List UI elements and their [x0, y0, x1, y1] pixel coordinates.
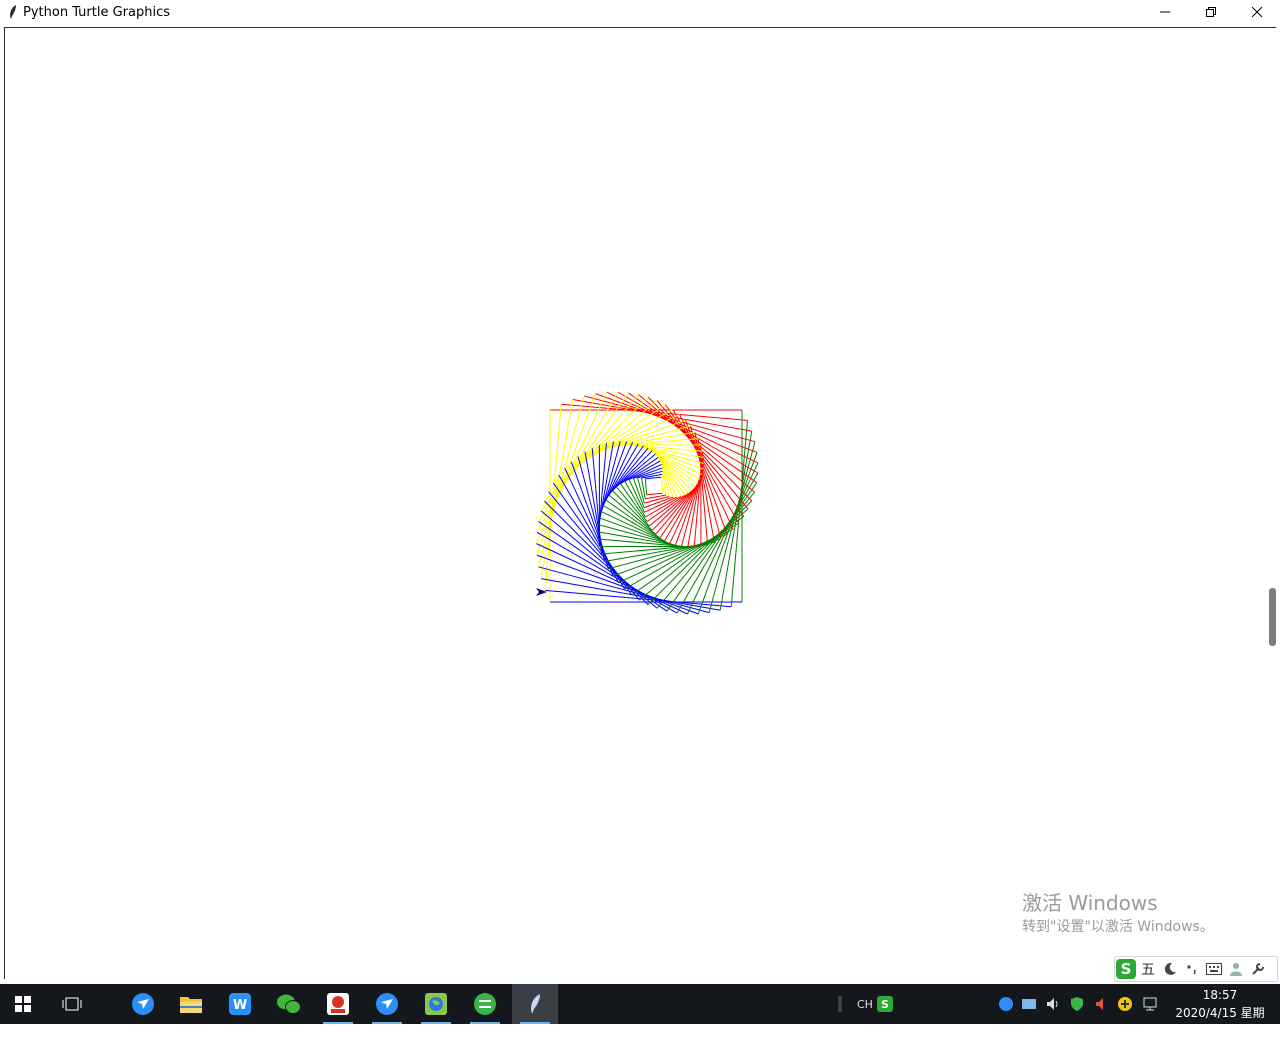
ime-mode-label[interactable]: 五 — [1137, 958, 1159, 980]
spiral-line — [552, 482, 633, 596]
sogou-s-icon[interactable]: S — [1115, 958, 1137, 980]
shield-icon[interactable] — [1069, 984, 1085, 1024]
spiral-line — [541, 578, 721, 611]
spiral-line — [660, 477, 664, 494]
turtle-canvas[interactable] — [4, 27, 1276, 979]
taskbar: W CH S 18:57 2020/4/15 星期三 — [0, 984, 1280, 1038]
spiral-line — [656, 491, 756, 609]
feishu-icon[interactable] — [120, 984, 166, 1024]
spiral-line — [543, 396, 649, 502]
clock-date: 2020/4/15 星期三 — [1175, 1006, 1265, 1038]
python-feather-icon[interactable] — [512, 984, 558, 1024]
spiral-line — [538, 520, 668, 612]
keyboard-icon[interactable] — [1203, 958, 1225, 980]
tray-separator — [838, 984, 842, 1024]
svg-text:S: S — [1121, 960, 1132, 978]
user-icon[interactable] — [1225, 958, 1247, 980]
language-indicator[interactable]: CH — [857, 984, 873, 1024]
activation-watermark: 激活 Windows 转到"设置"以激活 Windows。 — [1022, 891, 1214, 937]
restore-button[interactable] — [1188, 0, 1234, 24]
spiral-line — [602, 504, 665, 542]
svg-text:S: S — [881, 998, 889, 1011]
wechat-icon[interactable] — [266, 984, 312, 1024]
network-app-tray-icon[interactable] — [1021, 984, 1037, 1024]
clock[interactable]: 18:57 2020/4/15 星期三 — [1170, 986, 1270, 1040]
red-app-icon[interactable] — [315, 984, 361, 1024]
ime-toolbar: S 五 — [1114, 956, 1278, 982]
green-app-icon[interactable] — [462, 984, 508, 1024]
watermark-title: 激活 Windows — [1022, 891, 1158, 915]
network-icon[interactable] — [1141, 984, 1159, 1024]
sogou-tray-icon[interactable]: S — [877, 984, 893, 1024]
close-button[interactable] — [1234, 0, 1280, 24]
watermark-subtitle: 转到"设置"以激活 Windows。 — [1022, 919, 1214, 935]
spiral-line — [646, 492, 663, 496]
spiral-line — [548, 491, 640, 601]
spiral-line — [605, 499, 661, 539]
start-icon[interactable] — [0, 984, 46, 1024]
plus-app-icon[interactable] — [1117, 984, 1133, 1024]
minimize-button[interactable] — [1142, 0, 1188, 24]
spiral-line — [664, 404, 745, 517]
spiral-line — [540, 399, 574, 579]
svg-text:W: W — [233, 998, 247, 1013]
feishu-icon-2[interactable] — [364, 984, 410, 1024]
window-controls — [1142, 0, 1280, 24]
wps-icon[interactable]: W — [217, 984, 263, 1024]
volume-icon[interactable] — [1045, 984, 1061, 1024]
spiral-line — [624, 481, 646, 518]
feishu-tray-icon[interactable] — [998, 984, 1014, 1024]
python-feather-icon — [4, 3, 22, 21]
spiral-line — [645, 476, 662, 480]
speaker-alert-icon[interactable] — [1093, 984, 1109, 1024]
globe-app-icon[interactable] — [413, 984, 459, 1024]
scrollbar-thumb[interactable] — [1269, 588, 1276, 646]
task-view-icon[interactable] — [49, 984, 95, 1024]
spiral-line — [536, 554, 699, 615]
clock-time: 18:57 — [1202, 988, 1238, 1002]
spiral-line — [538, 566, 710, 614]
title-bar: Python Turtle Graphics — [0, 0, 1280, 24]
spiral-drawing — [535, 391, 759, 615]
punct-icon[interactable] — [1181, 958, 1203, 980]
window-title: Python Turtle Graphics — [23, 4, 170, 20]
spiral-line — [644, 478, 648, 495]
spiral-line — [639, 508, 749, 601]
wrench-icon[interactable] — [1247, 958, 1269, 980]
moon-icon[interactable] — [1159, 958, 1181, 980]
file-explorer-icon[interactable] — [168, 984, 214, 1024]
spiral-line — [606, 391, 759, 464]
